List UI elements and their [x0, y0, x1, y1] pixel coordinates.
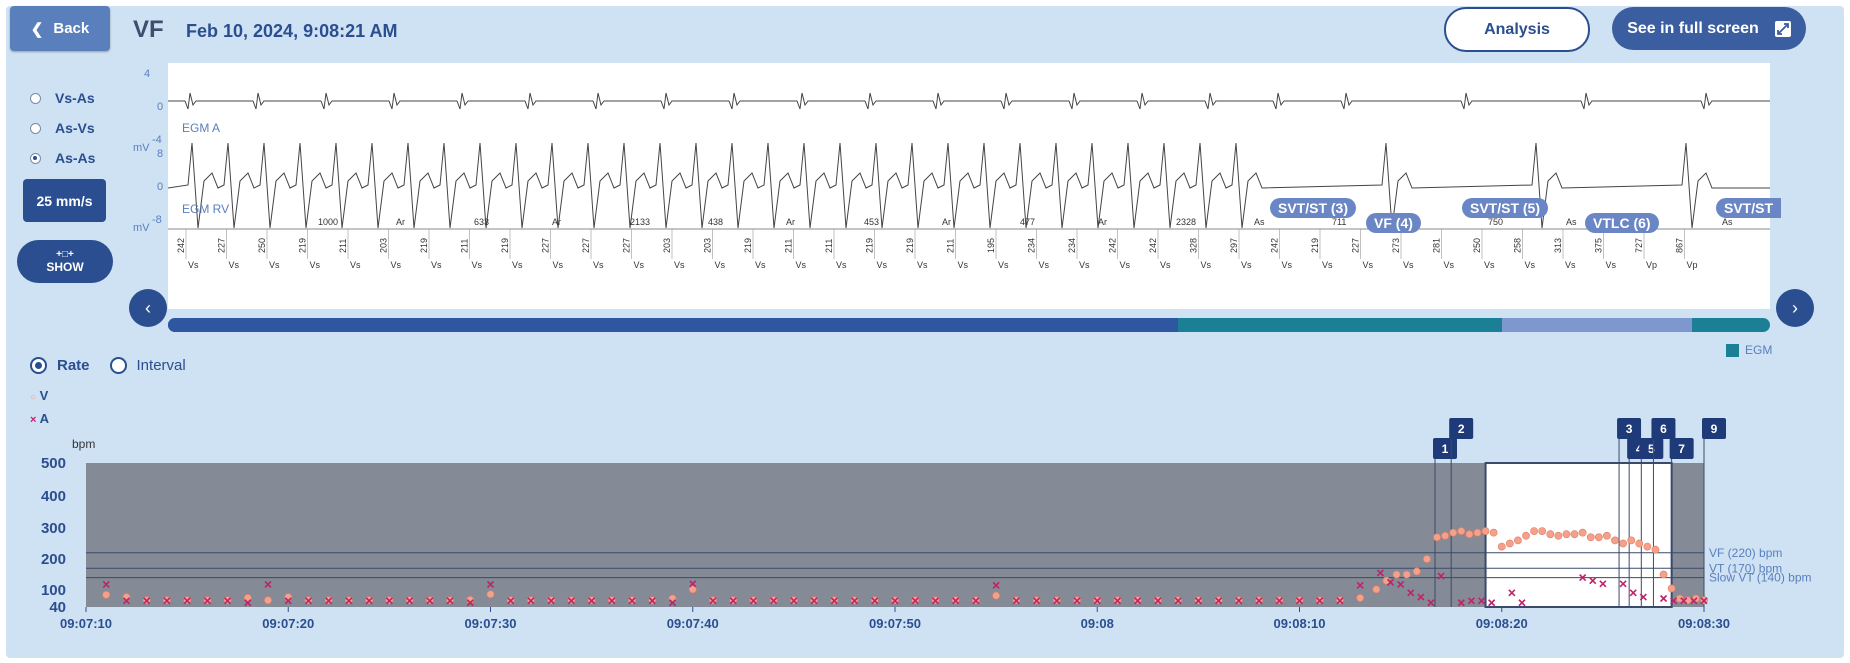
- plot-background: [86, 463, 1704, 607]
- v-point: [1465, 530, 1474, 539]
- marker-label: 7: [1678, 442, 1685, 456]
- y-tick-label: 100: [41, 582, 66, 599]
- x-tick-label: 09:08:20: [1476, 616, 1528, 631]
- v-point: [1505, 539, 1514, 548]
- v-point: [1441, 531, 1450, 540]
- y-tick-label: 500: [41, 455, 66, 472]
- episode-window: [1484, 462, 1673, 608]
- x-tick-label: 09:07:20: [262, 616, 314, 631]
- v-point: [1659, 570, 1668, 579]
- marker-label: 1: [1442, 442, 1449, 456]
- y-tick-label: 400: [41, 488, 66, 505]
- v-point: [1489, 528, 1498, 537]
- v-point: [1586, 533, 1595, 542]
- v-point: [1356, 594, 1365, 602]
- x-tick-label: 09:07:10: [60, 616, 112, 631]
- y-tick-label: 200: [41, 551, 66, 568]
- v-point: [1481, 527, 1490, 535]
- marker-label: 3: [1626, 422, 1633, 436]
- v-point: [486, 590, 495, 599]
- v-point: [1514, 536, 1522, 545]
- v-point: [1578, 528, 1587, 537]
- v-point: [1412, 567, 1421, 576]
- v-point: [1651, 545, 1660, 554]
- v-point: [1546, 530, 1555, 539]
- threshold-label: Slow VT (140) bpm: [1709, 571, 1812, 585]
- v-point: [1423, 555, 1431, 563]
- threshold-label: VF (220) bpm: [1709, 546, 1782, 560]
- v-point: [264, 596, 272, 605]
- y-tick-label: 300: [41, 520, 66, 537]
- x-tick-label: 09:08: [1081, 616, 1114, 631]
- x-tick-label: 09:08:30: [1678, 616, 1730, 631]
- v-point: [1619, 539, 1627, 548]
- v-point: [1570, 530, 1579, 539]
- x-tick-label: 09:07:40: [667, 616, 719, 631]
- x-tick-label: 09:07:30: [464, 616, 516, 631]
- x-tick-label: 09:08:10: [1273, 616, 1325, 631]
- v-point: [1603, 531, 1611, 540]
- v-point: [1473, 528, 1482, 537]
- v-point: [1449, 528, 1458, 537]
- v-point: [1530, 527, 1539, 535]
- v-point: [1667, 584, 1676, 593]
- marker-label: 9: [1711, 422, 1718, 436]
- v-point: [1594, 533, 1603, 542]
- v-point: [102, 590, 111, 599]
- v-point: [1372, 585, 1381, 594]
- v-point: [1538, 527, 1547, 535]
- v-point: [1497, 542, 1506, 551]
- x-tick-label: 09:07:50: [869, 616, 921, 631]
- v-point: [1457, 527, 1466, 535]
- v-point: [284, 593, 293, 601]
- y-tick-label: 40: [49, 599, 66, 616]
- v-point: [1522, 531, 1530, 540]
- v-point: [1554, 531, 1563, 540]
- v-point: [1627, 536, 1636, 545]
- v-point: [1562, 530, 1571, 539]
- v-point: [1392, 570, 1401, 579]
- v-point: [1643, 542, 1652, 551]
- v-point: [122, 593, 131, 601]
- y-axis-label: bpm: [72, 437, 95, 451]
- v-point: [1433, 533, 1441, 542]
- marker-label: 2: [1458, 422, 1465, 436]
- marker-label: 6: [1660, 422, 1667, 436]
- rate-chart[interactable]: 40100 200 300 400 500 bpm 09:07:10 09:07:20 09:0…: [0, 0, 1850, 663]
- v-point: [1611, 536, 1619, 545]
- v-point: [992, 591, 1001, 600]
- v-point: [1402, 570, 1411, 579]
- v-point: [1635, 539, 1644, 548]
